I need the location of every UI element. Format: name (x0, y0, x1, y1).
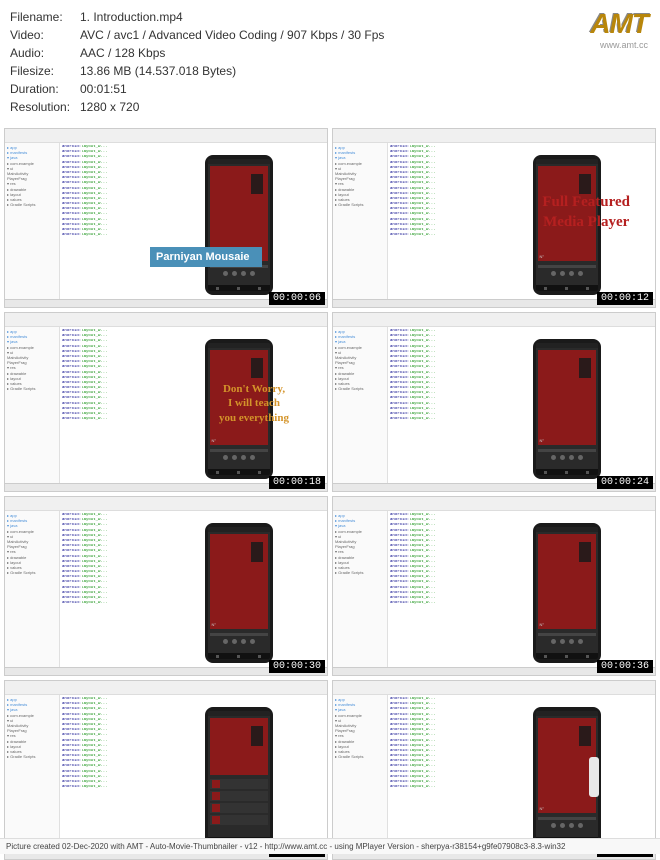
timestamp: 00:00:24 (597, 476, 653, 489)
filename-label: Filename: (10, 8, 80, 26)
resolution-value: 1280 x 720 (80, 98, 650, 116)
ide-tree: ▸ app▸ manifests▾ java ▸ com.example ▾ u… (333, 511, 388, 675)
overlay-text: Don't Worry,I will teachyou everything (219, 382, 289, 425)
duration-value: 00:01:51 (80, 80, 650, 98)
timestamp: 00:00:12 (597, 292, 653, 305)
amt-logo: AMT www.amt.cc (590, 8, 648, 50)
ide-code: android:layout_w...android:layout_w...an… (388, 327, 478, 491)
timestamp: 00:00:30 (269, 660, 325, 673)
phone-mockup: N° (205, 155, 273, 295)
thumbnail-7: ▸ app▸ manifests▾ java ▸ com.example ▾ u… (4, 680, 328, 860)
thumbnail-5: ▸ app▸ manifests▾ java ▸ com.example ▾ u… (4, 496, 328, 676)
phone-mockup: N° (205, 523, 273, 663)
ide-code: android:layout_w...android:layout_w...an… (60, 695, 150, 859)
ide-code: android:layout_w...android:layout_w...an… (388, 511, 478, 675)
metadata-header: AMT www.amt.cc Filename:1. Introduction.… (0, 0, 660, 128)
logo-text: AMT (590, 8, 648, 40)
filename-value: 1. Introduction.mp4 (80, 8, 650, 26)
thumbnail-8: ▸ app▸ manifests▾ java ▸ com.example ▾ u… (332, 680, 656, 860)
duration-label: Duration: (10, 80, 80, 98)
logo-url: www.amt.cc (590, 40, 648, 50)
footer-text: Picture created 02-Dec-2020 with AMT - A… (0, 838, 660, 854)
thumbnail-grid: ▸ app▸ manifests▾ java ▸ com.example ▾ u… (0, 128, 660, 860)
ide-tree: ▸ app▸ manifests▾ java ▸ com.example ▾ u… (5, 511, 60, 675)
audio-value: AAC / 128 Kbps (80, 44, 650, 62)
resolution-label: Resolution: (10, 98, 80, 116)
ide-code: android:layout_w...android:layout_w...an… (60, 327, 150, 491)
overlay-text: Full FeaturedMedia Player (542, 193, 630, 232)
phone-mockup: N° (533, 523, 601, 663)
ide-tree: ▸ app▸ manifests▾ java ▸ com.example ▾ u… (333, 327, 388, 491)
ide-tree: ▸ app▸ manifests▾ java ▸ com.example ▾ u… (333, 695, 388, 859)
audio-label: Audio: (10, 44, 80, 62)
filesize-label: Filesize: (10, 62, 80, 80)
filesize-value: 13.86 MB (14.537.018 Bytes) (80, 62, 650, 80)
phone-mockup: N° (533, 339, 601, 479)
thumbnail-2: ▸ app▸ manifests▾ java ▸ com.example ▾ u… (332, 128, 656, 308)
ide-tree: ▸ app▸ manifests▾ java ▸ com.example ▾ u… (5, 695, 60, 859)
ide-code: android:layout_w...android:layout_w...an… (388, 143, 478, 307)
ide-code: android:layout_w...android:layout_w...an… (60, 511, 150, 675)
ide-tree: ▸ app▸ manifests▾ java ▸ com.example ▾ u… (5, 327, 60, 491)
ide-tree: ▸ app▸ manifests▾ java ▸ com.example ▾ u… (333, 143, 388, 307)
timestamp: 00:00:06 (269, 292, 325, 305)
video-label: Video: (10, 26, 80, 44)
caption-banner: Parniyan Mousaie (150, 247, 262, 267)
phone-mockup (205, 707, 273, 847)
thumbnail-3: ▸ app▸ manifests▾ java ▸ com.example ▾ u… (4, 312, 328, 492)
timestamp: 00:00:18 (269, 476, 325, 489)
timestamp: 00:00:36 (597, 660, 653, 673)
video-value: AVC / avc1 / Advanced Video Coding / 907… (80, 26, 650, 44)
ide-code: android:layout_w...android:layout_w...an… (388, 695, 478, 859)
thumbnail-1: ▸ app▸ manifests▾ java ▸ com.example ▾ u… (4, 128, 328, 308)
phone-mockup: N° (533, 707, 601, 847)
ide-code: android:layout_w...android:layout_w...an… (60, 143, 150, 307)
thumbnail-6: ▸ app▸ manifests▾ java ▸ com.example ▾ u… (332, 496, 656, 676)
ide-tree: ▸ app▸ manifests▾ java ▸ com.example ▾ u… (5, 143, 60, 307)
thumbnail-4: ▸ app▸ manifests▾ java ▸ com.example ▾ u… (332, 312, 656, 492)
metadata-table: Filename:1. Introduction.mp4 Video:AVC /… (10, 8, 650, 116)
